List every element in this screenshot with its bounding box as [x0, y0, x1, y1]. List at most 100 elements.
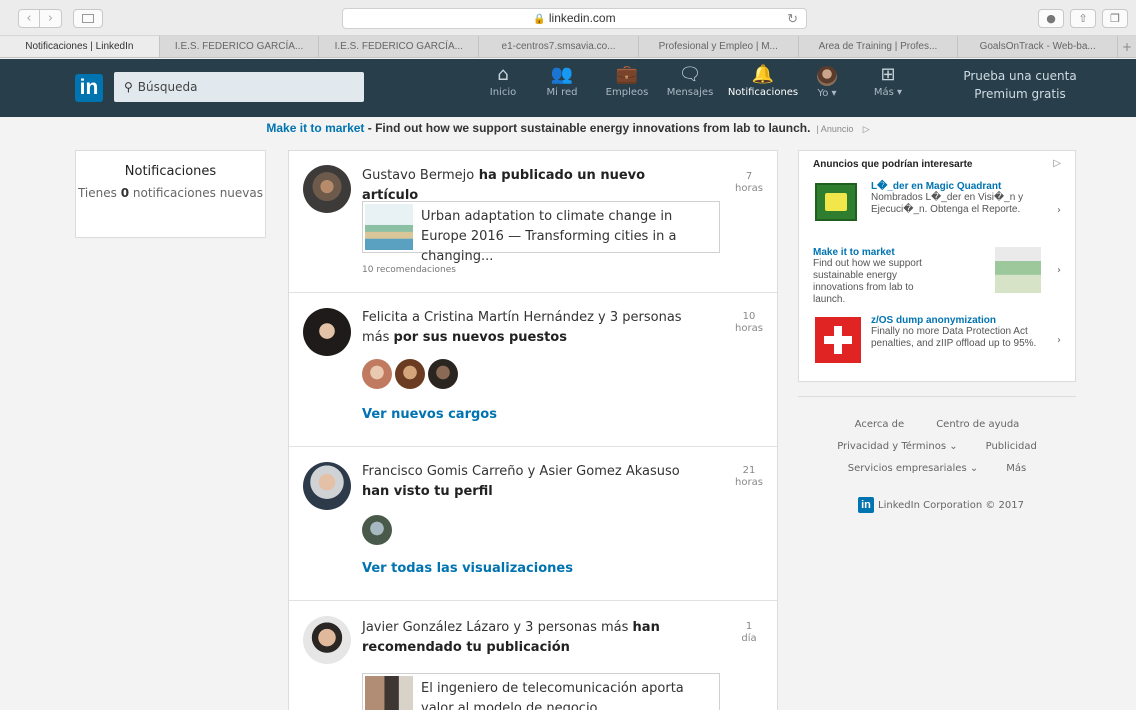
ad-item[interactable]: L�_der en Magic Quadrant Nombrados L�_de…: [813, 181, 1063, 239]
action-text: han visto tu perfil: [362, 484, 493, 499]
avatar-group: [362, 515, 395, 549]
footer-brand: in LinkedIn Corporation © 2017: [858, 497, 1024, 513]
notification-text[interactable]: Felicita a Cristina Martín Hernández y 3…: [362, 308, 702, 348]
nav-yo[interactable]: Yo ▾: [804, 65, 850, 99]
footer-ads-link[interactable]: Publicidad: [986, 436, 1037, 458]
back-icon[interactable]: ‹: [18, 9, 40, 28]
notification-item[interactable]: Felicita a Cristina Martín Hernández y 3…: [289, 293, 777, 447]
top-ad-link[interactable]: Make it to market: [266, 121, 364, 135]
top-ad[interactable]: Make it to market - Find out how we supp…: [0, 118, 1136, 138]
avatar[interactable]: [303, 165, 351, 213]
nav-label: Inicio: [489, 87, 517, 98]
nav-label: Mi red: [546, 87, 578, 98]
ad-name[interactable]: z/OS dump anonymization: [871, 315, 1046, 326]
tab-ies-1[interactable]: I.E.S. FEDERICO GARCÍA...: [160, 36, 320, 57]
time-value: 7: [745, 171, 753, 182]
tabs-overview-icon[interactable]: ❐: [1102, 9, 1128, 28]
nav-inicio[interactable]: ⌂ Inicio: [478, 65, 528, 99]
ad-item[interactable]: z/OS dump anonymization Finally no more …: [813, 315, 1063, 373]
main-nav: ⌂ Inicio 👥 Mi red 💼 Empleos 🗨 Mensajes 🔔…: [478, 65, 926, 100]
card-subtitle: Tienes 0 notificaciones nuevas: [76, 185, 265, 201]
time-unit: horas: [735, 323, 763, 334]
footer-more-link[interactable]: Más: [1006, 458, 1026, 480]
avatar[interactable]: [303, 616, 351, 664]
nav-mensajes[interactable]: 🗨 Mensajes: [658, 65, 722, 99]
tab-training[interactable]: Area de Training | Profes...: [799, 36, 959, 57]
footer-help-link[interactable]: Centro de ayuda: [936, 414, 1019, 436]
tab-linkedin[interactable]: Notificaciones | LinkedIn: [0, 36, 160, 57]
home-icon: ⌂: [497, 64, 509, 85]
view-all-views-link[interactable]: Ver todas las visualizaciones: [362, 561, 573, 576]
ad-name[interactable]: Make it to market: [813, 247, 948, 258]
tab-ies-2[interactable]: I.E.S. FEDERICO GARCÍA...: [319, 36, 480, 57]
premium-link[interactable]: Prueba una cuenta Premium gratis: [955, 67, 1085, 103]
notification-item[interactable]: Francisco Gomis Carreño y Asier Gomez Ak…: [289, 447, 777, 601]
view-new-positions-link[interactable]: Ver nuevos cargos: [362, 407, 497, 422]
ad-choices-icon[interactable]: ▷: [863, 124, 870, 134]
tab-centros[interactable]: e1-centros7.smsavia.co...: [479, 36, 639, 57]
chevron-right-icon[interactable]: ›: [1057, 265, 1061, 276]
article-card[interactable]: El ingeniero de telecomunicación aporta …: [362, 673, 720, 710]
footer-business-link[interactable]: Servicios empresariales ⌄: [848, 458, 978, 480]
new-tab-icon[interactable]: +: [1118, 36, 1136, 57]
notification-text[interactable]: Javier González Lázaro y 3 personas más …: [362, 618, 702, 658]
actors-text: Francisco Gomis Carreño y Asier Gomez Ak…: [362, 464, 680, 479]
linkedin-logo[interactable]: in: [75, 74, 103, 102]
notification-item[interactable]: Gustavo Bermejo ha publicado un nuevo ar…: [289, 151, 777, 293]
ad-item[interactable]: Make it to market Find out how we suppor…: [813, 247, 1063, 305]
card-title: Notificaciones: [124, 164, 217, 179]
avatar[interactable]: [395, 359, 425, 389]
avatar[interactable]: [362, 359, 392, 389]
address-bar[interactable]: 🔒 linkedin.com ↻: [342, 8, 807, 29]
share-icon[interactable]: ⇧: [1070, 9, 1096, 28]
time-unit: horas: [735, 477, 763, 488]
forward-icon[interactable]: ›: [40, 9, 62, 28]
notification-text[interactable]: Francisco Gomis Carreño y Asier Gomez Ak…: [362, 462, 702, 502]
linkedin-header: in ⚲ Búsqueda ⌂ Inicio 👥 Mi red 💼 Empleos…: [0, 59, 1136, 117]
notifications-summary-card: Notificaciones Tienes 0 notificaciones n…: [75, 150, 266, 238]
nav-notificaciones[interactable]: 🔔 Notificaciones: [722, 65, 804, 99]
notification-time: 21 horas: [729, 465, 769, 489]
time-value: 21: [742, 465, 756, 476]
ad-description: Nombrados L�_der en Visi�_n y Ejecuci�_n…: [871, 192, 1024, 215]
nav-mas[interactable]: ⊞ Más ▾: [850, 65, 926, 99]
privacy-icon[interactable]: ●: [1038, 9, 1064, 28]
footer-privacy-link[interactable]: Privacidad y Términos ⌄: [837, 436, 957, 458]
lock-icon: 🔒: [533, 14, 546, 25]
jobs-icon: 💼: [615, 64, 639, 85]
avatar[interactable]: [428, 359, 458, 389]
tab-goalsontrack[interactable]: GoalsOnTrack - Web-ba...: [958, 36, 1119, 57]
article-thumbnail: [365, 204, 413, 250]
notification-time: 7 horas: [729, 171, 769, 195]
time-unit: día: [741, 633, 757, 644]
tab-profesional[interactable]: Profesional y Empleo | M...: [639, 36, 799, 57]
footer-copyright: LinkedIn Corporation © 2017: [878, 499, 1024, 511]
reload-icon[interactable]: ↻: [787, 9, 798, 28]
ad-image: [995, 247, 1041, 293]
sidebar-toggle-icon[interactable]: [73, 9, 103, 28]
ad-description: Find out how we support sustainable ener…: [813, 258, 922, 305]
ad-image: [815, 183, 857, 221]
avatar[interactable]: [303, 462, 351, 510]
grid-icon: ⊞: [880, 64, 896, 85]
ad-choices-icon[interactable]: ▷: [1053, 158, 1061, 169]
chevron-right-icon[interactable]: ›: [1057, 205, 1061, 216]
time-value: 1: [745, 621, 753, 632]
actor-name: Gustavo Bermejo: [362, 168, 475, 183]
avatar[interactable]: [362, 515, 392, 545]
footer-about-link[interactable]: Acerca de: [855, 414, 905, 436]
notification-item[interactable]: Javier González Lázaro y 3 personas más …: [289, 601, 777, 710]
article-card[interactable]: Urban adaptation to climate change in Eu…: [362, 201, 720, 264]
search-input[interactable]: ⚲ Búsqueda: [114, 72, 364, 102]
recommendations-count[interactable]: 10 recomendaciones: [362, 265, 456, 275]
avatar[interactable]: [303, 308, 351, 356]
actors-text: Javier González Lázaro y 3 personas más: [362, 620, 633, 635]
nav-empleos[interactable]: 💼 Empleos: [596, 65, 658, 99]
nav-mi-red[interactable]: 👥 Mi red: [528, 65, 596, 99]
notification-text[interactable]: Gustavo Bermejo ha publicado un nuevo ar…: [362, 166, 702, 206]
time-unit: horas: [735, 183, 763, 194]
nav-label: Más ▾: [873, 87, 903, 98]
chevron-right-icon[interactable]: ›: [1057, 335, 1061, 346]
premium-line2: Premium gratis: [974, 87, 1066, 101]
ad-name[interactable]: L�_der en Magic Quadrant: [871, 181, 1051, 192]
